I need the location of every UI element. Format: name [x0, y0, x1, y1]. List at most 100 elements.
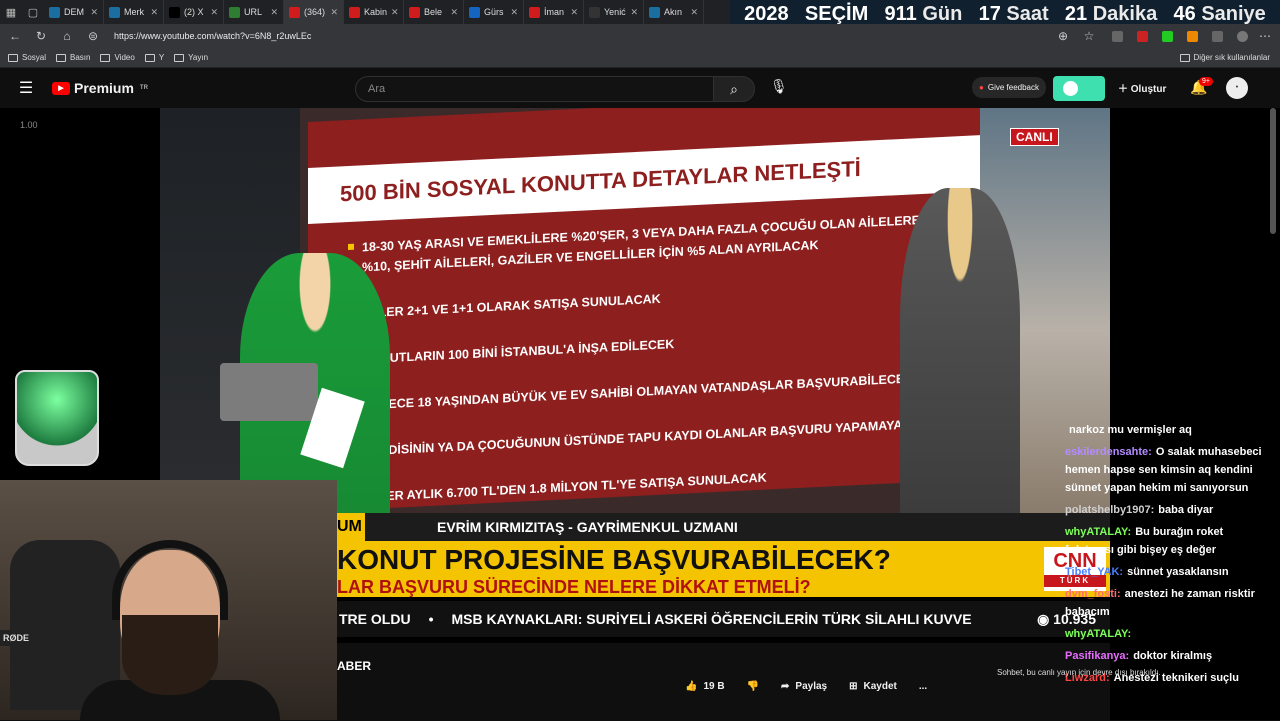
tab-close-icon[interactable]: ✕ [391, 7, 399, 18]
folder-icon [8, 53, 18, 62]
below-video-bar: ABER 👍 19 B 👎 ➦ Paylaş ⊞ Kaydet ... [337, 643, 1110, 720]
bookmark-folder[interactable]: Y [144, 53, 164, 62]
bookmark-folder[interactable]: Sosyal [8, 53, 46, 62]
news-ticker: TRE OLDU • MSB KAYNAKLARI: SURİYELİ ASKERİ… [335, 601, 1110, 637]
chat-disabled-notice: Sohbet, bu canlı yayın için devre dışı b… [997, 668, 1161, 677]
headline: KONUT PROJESİNE BAŞVURABİLECEK? [337, 544, 891, 575]
chat-text: sünnet yasaklansın [1127, 566, 1229, 578]
tab-search-icon[interactable]: ▦ [0, 0, 22, 24]
tab-favicon-icon [289, 6, 300, 18]
window-icon[interactable]: ▢ [22, 0, 44, 24]
browser-tab[interactable]: DEM ✕ [44, 0, 104, 24]
browser-tab[interactable]: (2) X ✕ [164, 0, 224, 24]
chat-username[interactable]: whyATALAY: [1065, 628, 1131, 640]
region-code: TR [139, 85, 148, 91]
extension-toggle[interactable] [1053, 76, 1105, 101]
address-bar: ← ↻ ⌂ ⊜ https://www.youtube.com/watch?v=… [0, 24, 1280, 48]
info-board: 500 BİN SOSYAL KONUTTA DETAYLAR NETLEŞTİ… [308, 108, 980, 512]
browser-tab[interactable]: Merk ✕ [104, 0, 164, 24]
save-label: Kaydet [863, 681, 897, 692]
scrollbar[interactable] [1270, 108, 1276, 234]
bookmark-label: Basın [70, 53, 91, 62]
extension-icon[interactable] [1212, 30, 1223, 42]
home-icon[interactable]: ⌂ [58, 29, 76, 43]
tab-close-icon[interactable]: ✕ [570, 7, 578, 18]
ticker-left: TRE OLDU [339, 611, 411, 627]
extension-icon[interactable] [1187, 30, 1198, 42]
mic-icon[interactable]: 🎙 [770, 78, 788, 95]
browser-tab[interactable]: İman ✕ [524, 0, 584, 24]
board-title: 500 BİN SOSYAL KONUTTA DETAYLAR NETLEŞTİ [308, 135, 980, 224]
guest-name: EVRİM KIRMIZITAŞ - GAYRİMENKUL UZMANI [335, 513, 1110, 541]
tab-close-icon[interactable]: ✕ [270, 7, 278, 18]
more-menu-icon[interactable]: ⋯ [1256, 29, 1274, 43]
back-icon[interactable]: ← [6, 29, 24, 43]
more-actions-button[interactable]: ... [919, 681, 927, 692]
tab-close-icon[interactable]: ✕ [510, 7, 518, 18]
tab-close-icon[interactable]: ✕ [450, 7, 458, 18]
tab-favicon-icon [649, 6, 660, 18]
tab-close-icon[interactable]: ✕ [90, 7, 98, 18]
toggle-knob [1063, 81, 1078, 96]
reload-icon[interactable]: ↻ [32, 29, 50, 43]
browser-tab[interactable]: URL ✕ [224, 0, 284, 24]
bookmark-folder[interactable]: Video [100, 53, 135, 62]
other-bookmarks[interactable]: Diğer sık kullanılanlar [1179, 53, 1270, 62]
browser-tab[interactable]: Akın ✕ [644, 0, 704, 24]
tab-close-icon[interactable]: ✕ [330, 7, 338, 18]
search-input[interactable]: Ara [355, 76, 715, 102]
other-bookmarks-label: Diğer sık kullanılanlar [1193, 53, 1270, 62]
chat-username[interactable]: whyATALAY: [1065, 526, 1131, 538]
countdown-seconds: 46 [1173, 2, 1196, 25]
headset [112, 540, 228, 620]
translate-icon[interactable]: ⊕ [1054, 29, 1072, 43]
left-overlay-panel: 1.00 [0, 108, 160, 480]
bookmark-star-icon[interactable]: ☆ [1080, 29, 1098, 43]
bookmark-folder[interactable]: Basın [56, 53, 90, 62]
browser-tab[interactable]: Gürs ✕ [464, 0, 524, 24]
dislike-button[interactable]: 👎 [747, 681, 759, 692]
save-button[interactable]: ⊞ Kaydet [849, 681, 897, 692]
tab-close-icon[interactable]: ✕ [690, 7, 698, 18]
video-title-fragment: ABER [337, 659, 372, 673]
bookmark-folder[interactable]: Yayın [174, 53, 208, 62]
create-button[interactable]: ＋ Oluştur [1118, 80, 1166, 95]
tab-title: Gürs [484, 7, 504, 17]
create-label: Oluştur [1130, 84, 1167, 95]
chat-username[interactable]: Tibet_YAK: [1065, 566, 1123, 578]
chat-username[interactable]: polatshelby1907: [1065, 504, 1154, 516]
profile-icon[interactable] [1237, 30, 1248, 42]
avatar[interactable]: • [1226, 77, 1248, 99]
tab-close-icon[interactable]: ✕ [150, 7, 158, 18]
youtube-logo[interactable]: ▶ Premium TR [52, 80, 148, 96]
like-button[interactable]: 👍 19 B [685, 681, 725, 692]
board-bullet: KENDİSİNİN YA DA ÇOCUĞUNUN ÜSTÜNDE TAPU … [348, 413, 948, 462]
chat-message: whyATALAY: [1065, 625, 1265, 643]
laptop-graphic [220, 363, 318, 421]
countdown-hours-label: Saat [1006, 2, 1049, 25]
chat-username[interactable]: eskilerdensahte: [1065, 446, 1152, 458]
search-button[interactable]: ⌕ [713, 76, 755, 102]
hamburger-menu-icon[interactable]: ☰ [0, 78, 52, 98]
chat-username[interactable]: dvm_fosti: [1065, 588, 1121, 600]
browser-tab[interactable]: Yenić ✕ [584, 0, 644, 24]
give-feedback-button[interactable]: ● Give feedback [972, 77, 1046, 98]
tab-close-icon[interactable]: ✕ [210, 7, 218, 18]
url-field[interactable]: https://www.youtube.com/watch?v=6N8_r2uw… [114, 31, 1046, 41]
browser-tab[interactable]: Bele ✕ [404, 0, 464, 24]
extension-icon[interactable] [1112, 30, 1123, 42]
tab-close-icon[interactable]: ✕ [630, 7, 638, 18]
streamer-beard [122, 615, 218, 695]
feedback-icon: ● [979, 83, 984, 92]
extension-icon[interactable] [1137, 30, 1148, 42]
extension-icon[interactable] [1162, 30, 1173, 42]
chat-username[interactable]: Pasifikanya: [1065, 650, 1129, 662]
board-bullet: EVLER AYLIK 6.700 TL'DEN 1.8 MİLYON TL'Y… [348, 459, 948, 508]
countdown-days-label: Gün [922, 2, 963, 25]
bookmark-label: Video [114, 53, 135, 62]
site-info-icon[interactable]: ⊜ [84, 29, 102, 43]
thumbs-up-icon: 👍 [685, 681, 698, 692]
browser-tab[interactable]: Kabin ✕ [344, 0, 404, 24]
browser-tab[interactable]: (364) ✕ [284, 0, 344, 24]
share-button[interactable]: ➦ Paylaş [781, 681, 827, 692]
